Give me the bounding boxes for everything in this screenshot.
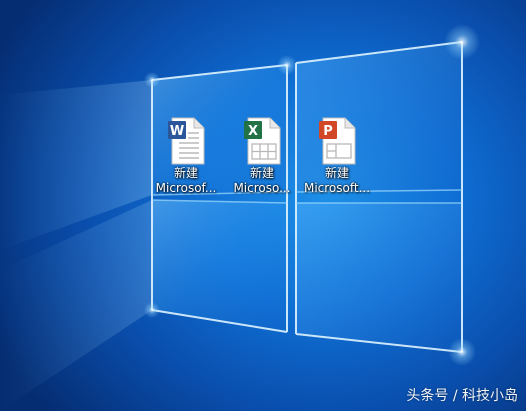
icon-label-line2: Microsof...: [155, 181, 217, 195]
desktop-icon-word-document[interactable]: W 新建 Microsof...: [152, 115, 220, 205]
icon-label-line2: Microso...: [233, 181, 291, 195]
desktop-icon-powerpoint-presentation[interactable]: P 新建 Microsoft...: [303, 115, 371, 205]
desktop[interactable]: W 新建 Microsof... X 新建 Microso... P 新建 Mi…: [0, 0, 526, 411]
icon-label-line1: 新建: [324, 166, 349, 180]
svg-text:X: X: [248, 124, 258, 139]
desktop-icon-excel-spreadsheet[interactable]: X 新建 Microso...: [228, 115, 296, 205]
svg-text:W: W: [170, 124, 184, 139]
svg-text:P: P: [323, 124, 333, 139]
excel-spreadsheet-icon: X: [244, 117, 281, 165]
icon-label-line1: 新建: [249, 166, 274, 180]
icon-label-line2: Microsoft...: [303, 181, 371, 195]
icon-label-line1: 新建: [173, 166, 198, 180]
word-document-icon: W: [168, 117, 205, 165]
watermark-text: 头条号 / 科技小岛: [406, 388, 518, 404]
windows-hero-wallpaper: [0, 24, 480, 411]
powerpoint-presentation-icon: P: [319, 117, 356, 165]
